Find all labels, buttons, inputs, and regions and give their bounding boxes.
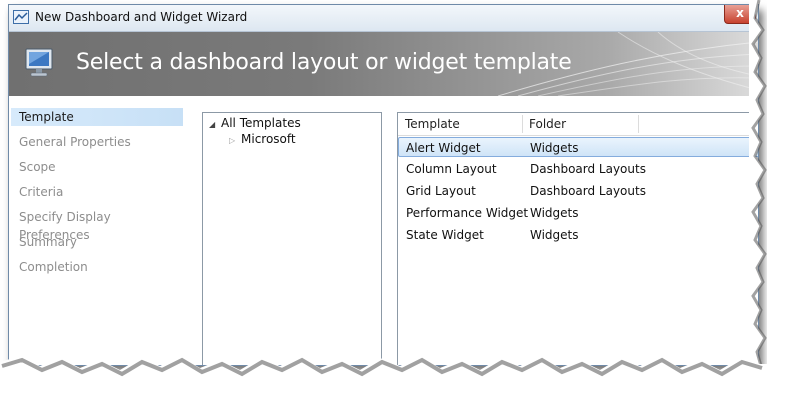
cell-folder: Widgets xyxy=(530,206,579,220)
tree-node-label: All Templates xyxy=(221,116,301,130)
cell-folder: Widgets xyxy=(530,228,579,242)
table-row[interactable]: Alert Widget Widgets xyxy=(398,137,758,157)
triangle-down-icon[interactable]: ◢ xyxy=(209,117,221,133)
table-row[interactable]: Grid Layout Dashboard Layouts xyxy=(398,181,758,201)
nav-item-criteria[interactable]: Criteria xyxy=(11,183,183,201)
column-header-folder[interactable]: Folder xyxy=(529,113,566,135)
nav-item-display-preferences[interactable]: Specify Display Preferences xyxy=(11,208,183,242)
column-divider[interactable] xyxy=(638,115,639,133)
list-header: Template Folder xyxy=(398,113,758,136)
table-row[interactable]: State Widget Widgets xyxy=(398,225,758,245)
torn-edge-right-decoration xyxy=(749,0,787,400)
cell-template: Alert Widget xyxy=(406,141,481,155)
template-folder-tree[interactable]: ◢ All Templates ▷ Microsoft xyxy=(202,112,382,365)
nav-item-summary[interactable]: Summary xyxy=(11,233,183,251)
wizard-window: New Dashboard and Widget Wizard x Select… xyxy=(8,4,759,366)
torn-edge-bottom-decoration xyxy=(0,356,787,400)
header-banner: Select a dashboard layout or widget temp… xyxy=(9,32,758,96)
nav-item-template[interactable]: Template xyxy=(11,108,183,126)
table-row[interactable]: Column Layout Dashboard Layouts xyxy=(398,159,758,179)
triangle-right-icon[interactable]: ▷ xyxy=(229,133,241,149)
window-title: New Dashboard and Widget Wizard xyxy=(35,10,248,24)
column-divider[interactable] xyxy=(522,115,523,133)
tree-node-microsoft[interactable]: ▷ Microsoft xyxy=(229,131,296,147)
dashboard-window-icon xyxy=(13,10,29,24)
nav-item-scope[interactable]: Scope xyxy=(11,158,183,176)
cell-template: Grid Layout xyxy=(406,184,476,198)
title-bar[interactable]: New Dashboard and Widget Wizard x xyxy=(9,5,758,32)
page-title: Select a dashboard layout or widget temp… xyxy=(76,50,572,75)
nav-item-completion[interactable]: Completion xyxy=(11,258,183,276)
column-header-template[interactable]: Template xyxy=(405,113,460,135)
cell-template: State Widget xyxy=(406,228,484,242)
cell-folder: Dashboard Layouts xyxy=(530,162,646,176)
tree-node-label: Microsoft xyxy=(241,132,296,146)
cell-template: Performance Widget xyxy=(406,206,529,220)
cell-template: Column Layout xyxy=(406,162,497,176)
cell-folder: Dashboard Layouts xyxy=(530,184,646,198)
template-list[interactable]: Template Folder Alert Widget Widgets Col… xyxy=(397,112,758,365)
monitor-icon xyxy=(23,46,57,82)
nav-item-general-properties[interactable]: General Properties xyxy=(11,133,183,151)
tree-node-all-templates[interactable]: ◢ All Templates xyxy=(209,115,301,131)
table-row[interactable]: Performance Widget Widgets xyxy=(398,203,758,223)
cell-folder: Widgets xyxy=(530,141,579,155)
wizard-steps-nav: Template General Properties Scope Criter… xyxy=(9,101,185,365)
